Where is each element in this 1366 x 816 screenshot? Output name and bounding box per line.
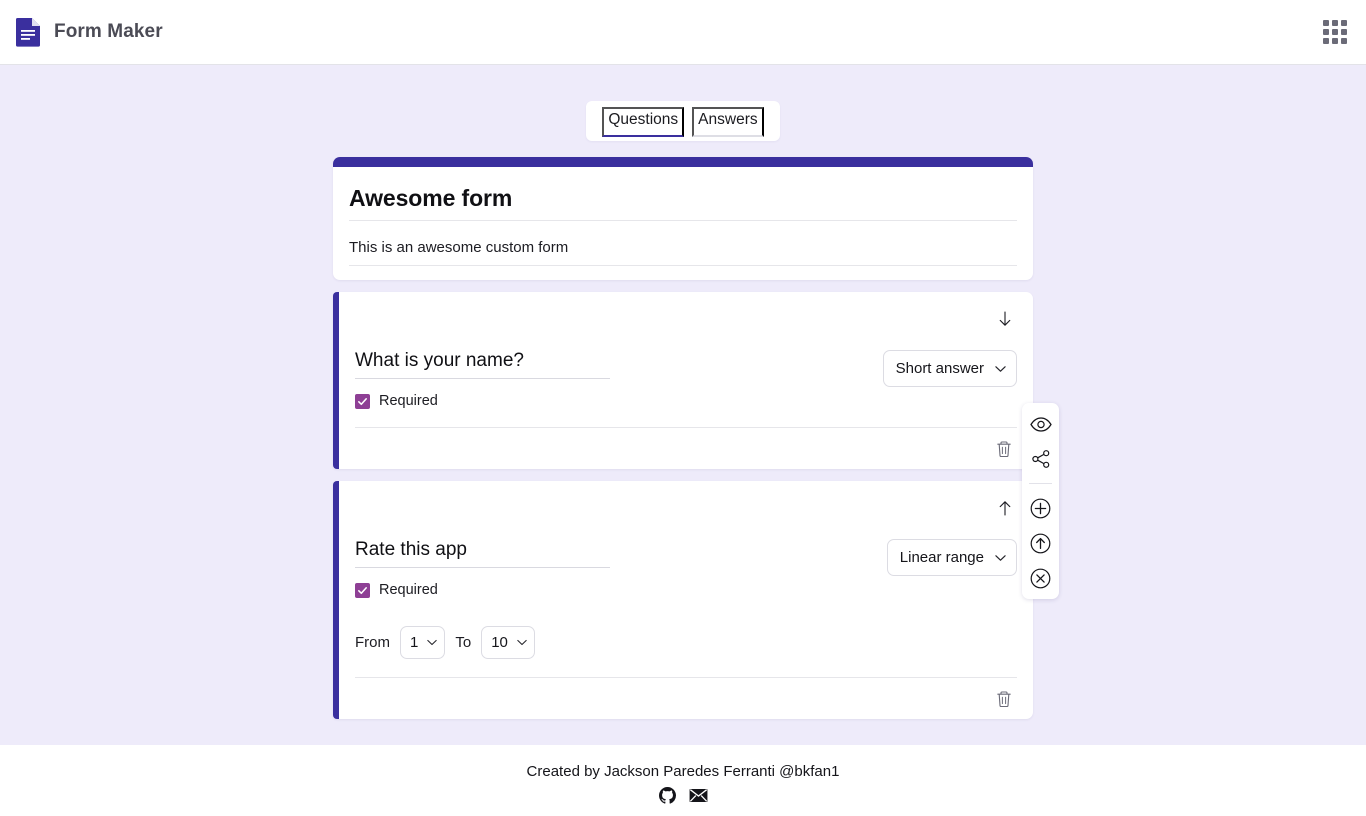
required-checkbox[interactable] [355,582,370,598]
tabs-container: Questions Answers [0,65,1366,141]
question-card: Rate this app Required From 1 To 10 Line… [333,481,1033,719]
question-type-select[interactable]: Linear range [886,539,1017,576]
email-icon[interactable] [689,788,708,803]
save-upload-icon[interactable] [1028,530,1054,556]
question-left: Rate this app Required From 1 To 10 [355,539,887,659]
apps-grid-dot [1341,29,1347,35]
range-to-value: 10 [491,634,508,651]
preview-eye-icon[interactable] [1028,411,1054,437]
required-row: Required [355,393,883,409]
question-footer [355,427,1017,469]
app-title: Form Maker [54,21,163,42]
toolbar-divider [1029,483,1052,484]
apps-grid-dot [1341,38,1347,44]
content-area: Questions Answers Awesome form This is a… [0,65,1366,745]
required-label: Required [379,582,438,598]
footer-links [658,787,708,804]
required-checkbox[interactable] [355,393,370,409]
question-title-input[interactable]: What is your name? [355,350,610,379]
apps-grid-dot [1332,29,1338,35]
arrow-down-icon[interactable] [993,307,1017,331]
linear-range-row: From 1 To 10 [355,626,887,659]
question-main: Rate this app Required From 1 To 10 Line… [355,521,1017,659]
range-to-label: To [455,634,472,651]
trash-icon[interactable] [991,436,1017,462]
question-move-row [355,495,1017,521]
question-type-select[interactable]: Short answer [882,350,1017,387]
range-from-select[interactable]: 1 [400,626,446,659]
form-title-card-body: Awesome form This is an awesome custom f… [333,167,1033,280]
side-toolbar [1022,403,1059,599]
apps-grid-dot [1323,38,1329,44]
range-to-select[interactable]: 10 [481,626,535,659]
app-footer: Created by Jackson Paredes Ferranti @bkf… [0,745,1366,816]
chevron-down-icon [427,639,438,646]
question-title-input[interactable]: Rate this app [355,539,610,568]
tab-questions[interactable]: Questions [602,107,685,137]
question-type-value: Linear range [899,549,984,566]
form-accent-bar [333,157,1033,167]
question-footer [355,677,1017,719]
chevron-down-icon [995,365,1006,372]
cancel-icon[interactable] [1028,565,1054,591]
apps-grid-dot [1332,20,1338,26]
question-type-value: Short answer [895,360,984,377]
apps-grid-icon[interactable] [1322,19,1348,45]
app-header: Form Maker [0,0,1366,65]
tabs: Questions Answers [586,101,780,141]
range-from-label: From [355,634,390,651]
apps-grid-dot [1323,20,1329,26]
question-left: What is your name? Required [355,350,883,409]
chevron-down-icon [995,554,1006,561]
brand[interactable]: Form Maker [16,17,163,47]
share-icon[interactable] [1028,446,1054,472]
github-icon[interactable] [658,787,676,804]
question-card: What is your name? Required Short answer [333,292,1033,469]
footer-credit: Created by Jackson Paredes Ferranti @bkf… [526,763,840,780]
form-title-input[interactable]: Awesome form [349,185,1017,221]
range-from-value: 1 [410,634,419,651]
document-icon [16,17,41,47]
question-move-row [355,306,1017,332]
apps-grid-dot [1341,20,1347,26]
tab-answers[interactable]: Answers [692,107,764,137]
trash-icon[interactable] [991,686,1017,712]
form-title-card: Awesome form This is an awesome custom f… [333,157,1033,280]
form-stack: Awesome form This is an awesome custom f… [333,157,1033,719]
apps-grid-dot [1332,38,1338,44]
required-row: Required [355,582,887,598]
form-description-input[interactable]: This is an awesome custom form [349,239,1017,266]
question-main: What is your name? Required Short answer [355,332,1017,409]
arrow-up-icon[interactable] [993,496,1017,520]
add-question-icon[interactable] [1028,495,1054,521]
apps-grid-dot [1323,29,1329,35]
required-label: Required [379,393,438,409]
chevron-down-icon [517,639,527,646]
